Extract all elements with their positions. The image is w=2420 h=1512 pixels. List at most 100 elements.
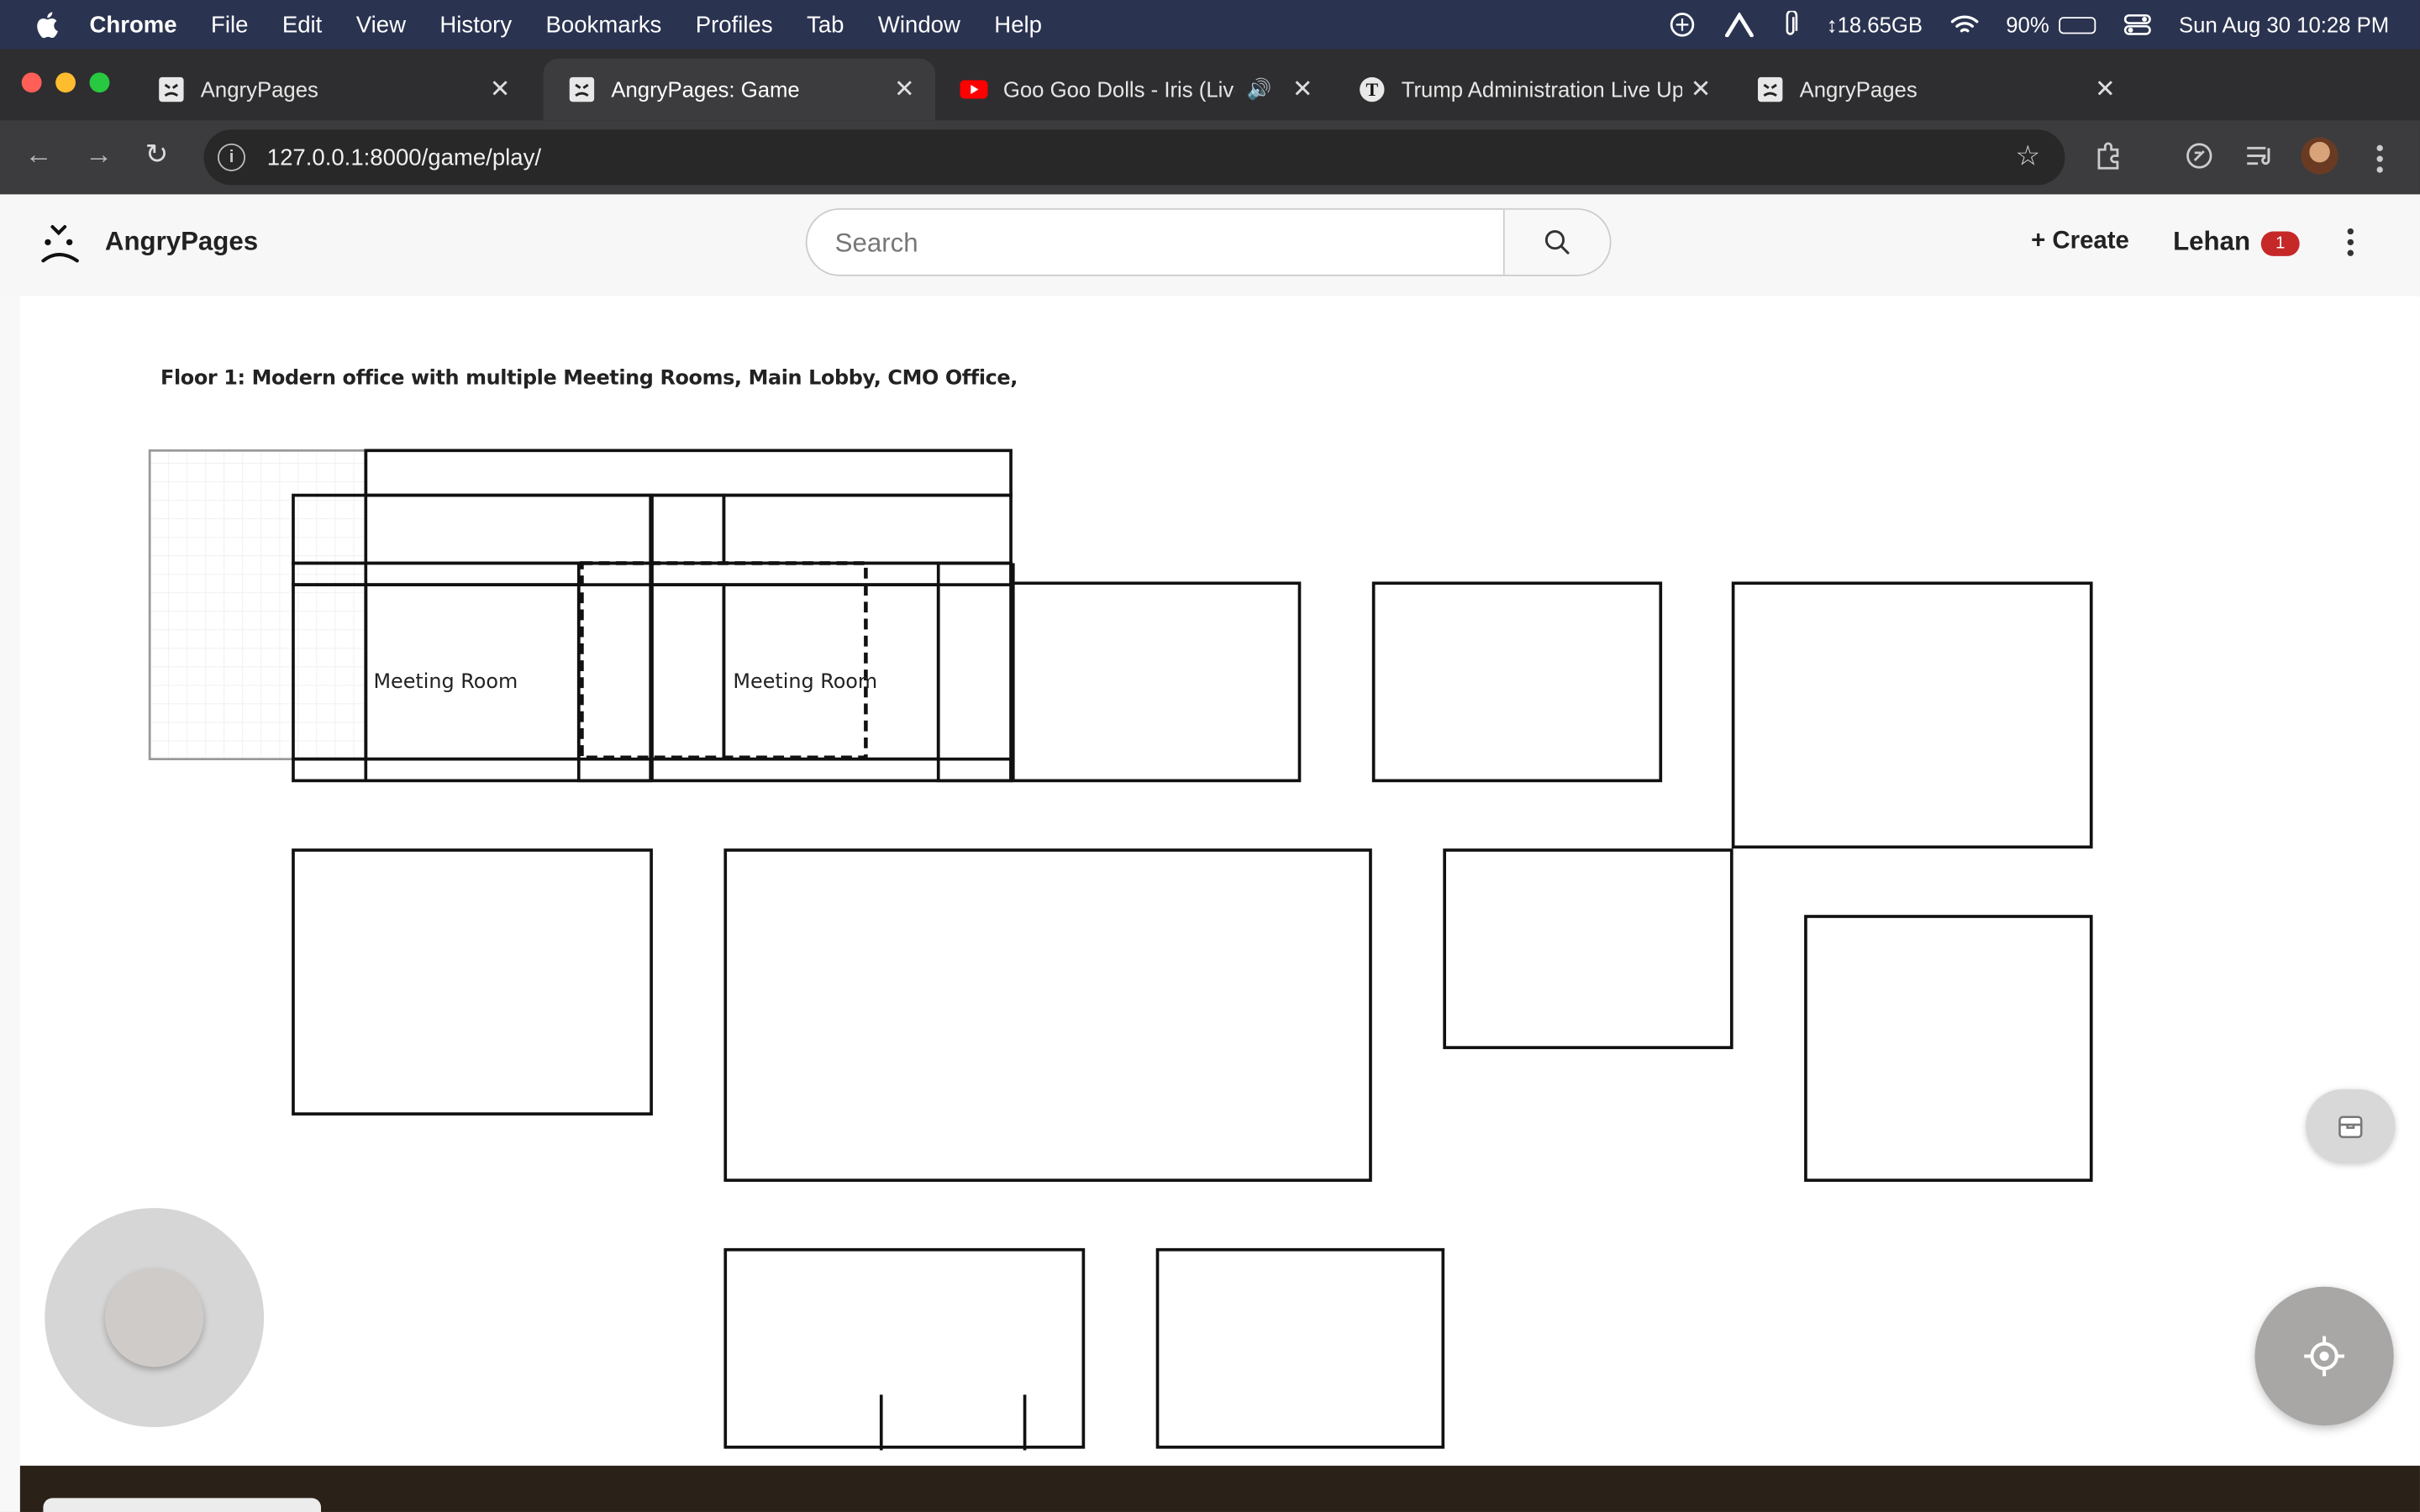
virtual-joystick[interactable]: [45, 1208, 265, 1427]
profile-avatar[interactable]: [2301, 137, 2338, 175]
inventory-icon: [2338, 1116, 2363, 1138]
panel-handle[interactable]: [43, 1498, 322, 1512]
menu-history[interactable]: History: [439, 12, 512, 38]
back-button[interactable]: ←: [24, 139, 52, 171]
close-window-button[interactable]: [21, 72, 42, 93]
search-input[interactable]: [831, 223, 1486, 265]
menu-edit[interactable]: Edit: [282, 12, 322, 38]
browser-toolbar: ← → ↻ i 127.0.0.1:8000/game/play/ ☆: [0, 120, 2420, 195]
tab-close-icon[interactable]: ✕: [1682, 74, 1719, 105]
floor-map[interactable]: Meeting Room Meeting Room: [20, 297, 2420, 1469]
menu-help[interactable]: Help: [994, 12, 1042, 38]
wifi-icon[interactable]: [1950, 14, 1979, 36]
apple-icon[interactable]: [34, 11, 58, 39]
angrypages-favicon-icon: [159, 76, 184, 102]
tab-angrypages-2[interactable]: AngryPages ✕: [1732, 59, 2136, 120]
menu-view[interactable]: View: [356, 12, 406, 38]
meeting-room-label: Meeting Room: [373, 669, 518, 693]
reload-button[interactable]: ↻: [145, 139, 169, 171]
battery-icon: [2058, 16, 2096, 34]
tab-close-icon[interactable]: ✕: [1284, 74, 1321, 105]
search-icon: [1544, 230, 1570, 255]
arc-icon[interactable]: [1724, 12, 1755, 38]
site-info-icon[interactable]: i: [217, 143, 246, 171]
zoom-window-button[interactable]: [89, 72, 110, 93]
more-options-icon[interactable]: [2347, 228, 2357, 261]
window-controls: [21, 72, 110, 93]
joystick-knob[interactable]: [104, 1268, 204, 1368]
inventory-button[interactable]: [2306, 1089, 2396, 1163]
angrypages-logo-icon[interactable]: [40, 222, 83, 265]
user-menu[interactable]: Lehan: [2173, 227, 2250, 258]
angrypages-favicon-icon: [569, 76, 595, 102]
tab-close-icon[interactable]: ✕: [2086, 74, 2123, 105]
youtube-favicon-icon: [960, 80, 988, 99]
game-canvas[interactable]: Meeting Room Meeting Room Floor 1: Moder…: [19, 296, 2420, 1469]
url-text: 127.0.0.1:8000/game/play/: [266, 144, 542, 171]
meeting-room-label: Meeting Room: [733, 669, 877, 693]
tab-angrypages-game[interactable]: AngryPages: Game ✕: [543, 58, 936, 121]
menu-profiles[interactable]: Profiles: [696, 12, 773, 38]
tab-title: AngryPages: Game: [611, 76, 800, 102]
tab-audio-icon[interactable]: 🔊: [1247, 77, 1272, 102]
tab-title: Trump Administration Live Up: [1401, 76, 1683, 102]
tab-title: AngryPages: [200, 76, 318, 102]
site-brand[interactable]: AngryPages: [105, 227, 258, 258]
openai-icon[interactable]: [1669, 11, 1697, 39]
menu-bookmarks[interactable]: Bookmarks: [546, 12, 662, 38]
site-header: AngryPages + Create Lehan 1: [0, 194, 2420, 297]
control-center-icon[interactable]: [2123, 14, 2151, 36]
site-search: [805, 207, 1612, 276]
room-e[interactable]: [1443, 848, 1733, 1049]
battery-percent: 90%: [2006, 12, 2049, 38]
menu-bar-status-area: ↕18.65GB 90% Sun Aug 30 10:28 PM: [1669, 0, 2389, 50]
room-f[interactable]: [1804, 915, 2093, 1182]
notification-badge[interactable]: 1: [2260, 231, 2300, 256]
room-a[interactable]: [1011, 581, 1302, 783]
menu-window[interactable]: Window: [878, 12, 960, 38]
menu-tab[interactable]: Tab: [807, 12, 844, 38]
tab-angrypages-1[interactable]: AngryPages ✕: [133, 59, 531, 120]
clock[interactable]: Sun Aug 30 10:28 PM: [2179, 13, 2389, 37]
room-g[interactable]: [723, 1247, 1086, 1449]
room-c[interactable]: [1731, 581, 2093, 849]
room-h[interactable]: [1155, 1247, 1445, 1449]
forward-button[interactable]: →: [85, 139, 113, 171]
corridor-top: [364, 449, 1013, 497]
paperclip-icon[interactable]: [1783, 10, 1799, 39]
nytimes-favicon-icon: T: [1360, 76, 1385, 102]
angrypages-favicon-icon: [1758, 76, 1783, 102]
extension-icon[interactable]: [2186, 142, 2213, 170]
tab-nytimes[interactable]: T Trump Administration Live Up ✕: [1334, 59, 1732, 120]
battery-indicator[interactable]: 90%: [2006, 13, 2096, 37]
bookmark-star-icon[interactable]: ☆: [2015, 140, 2040, 173]
tab-close-icon[interactable]: ✕: [481, 74, 518, 105]
tab-youtube[interactable]: Goo Goo Dolls - Iris (Live 🔊 ✕: [935, 59, 1334, 120]
extensions-puzzle-icon[interactable]: [2094, 140, 2125, 171]
page-content: AngryPages + Create Lehan 1: [0, 194, 2420, 1512]
recenter-button[interactable]: [2254, 1286, 2394, 1426]
chrome-menu-icon[interactable]: [2376, 144, 2386, 178]
bottom-panel: [19, 1465, 2420, 1512]
tab-strip: AngryPages ✕ AngryPages: Game ✕ Goo Goo …: [0, 49, 2420, 151]
main-lobby[interactable]: [723, 848, 1372, 1182]
room-b[interactable]: [1371, 581, 1663, 783]
tab-title: Goo Goo Dolls - Iris (Live: [1002, 76, 1235, 102]
address-bar[interactable]: i 127.0.0.1:8000/game/play/ ☆: [203, 129, 2065, 186]
media-queue-icon[interactable]: [2245, 142, 2276, 170]
crosshair-icon: [2304, 1336, 2344, 1377]
menu-app-name[interactable]: Chrome: [90, 12, 177, 38]
memory-indicator[interactable]: ↕18.65GB: [1827, 13, 1923, 37]
tab-close-icon[interactable]: ✕: [886, 74, 923, 105]
room-d[interactable]: [292, 848, 653, 1116]
room-upper-mid: [650, 493, 726, 565]
minimize-window-button[interactable]: [55, 72, 76, 93]
tab-title: AngryPages: [1799, 76, 1918, 102]
create-button[interactable]: + Create: [2031, 228, 2129, 256]
macos-menu-bar: Chrome File Edit View History Bookmarks …: [0, 0, 2420, 50]
screen: Chrome File Edit View History Bookmarks …: [0, 0, 2420, 1512]
floor-title: Floor 1: Modern office with multiple Mee…: [160, 367, 1018, 391]
search-button[interactable]: [1502, 209, 1610, 275]
lobby-grid-area: [148, 449, 367, 761]
menu-file[interactable]: File: [211, 12, 248, 38]
